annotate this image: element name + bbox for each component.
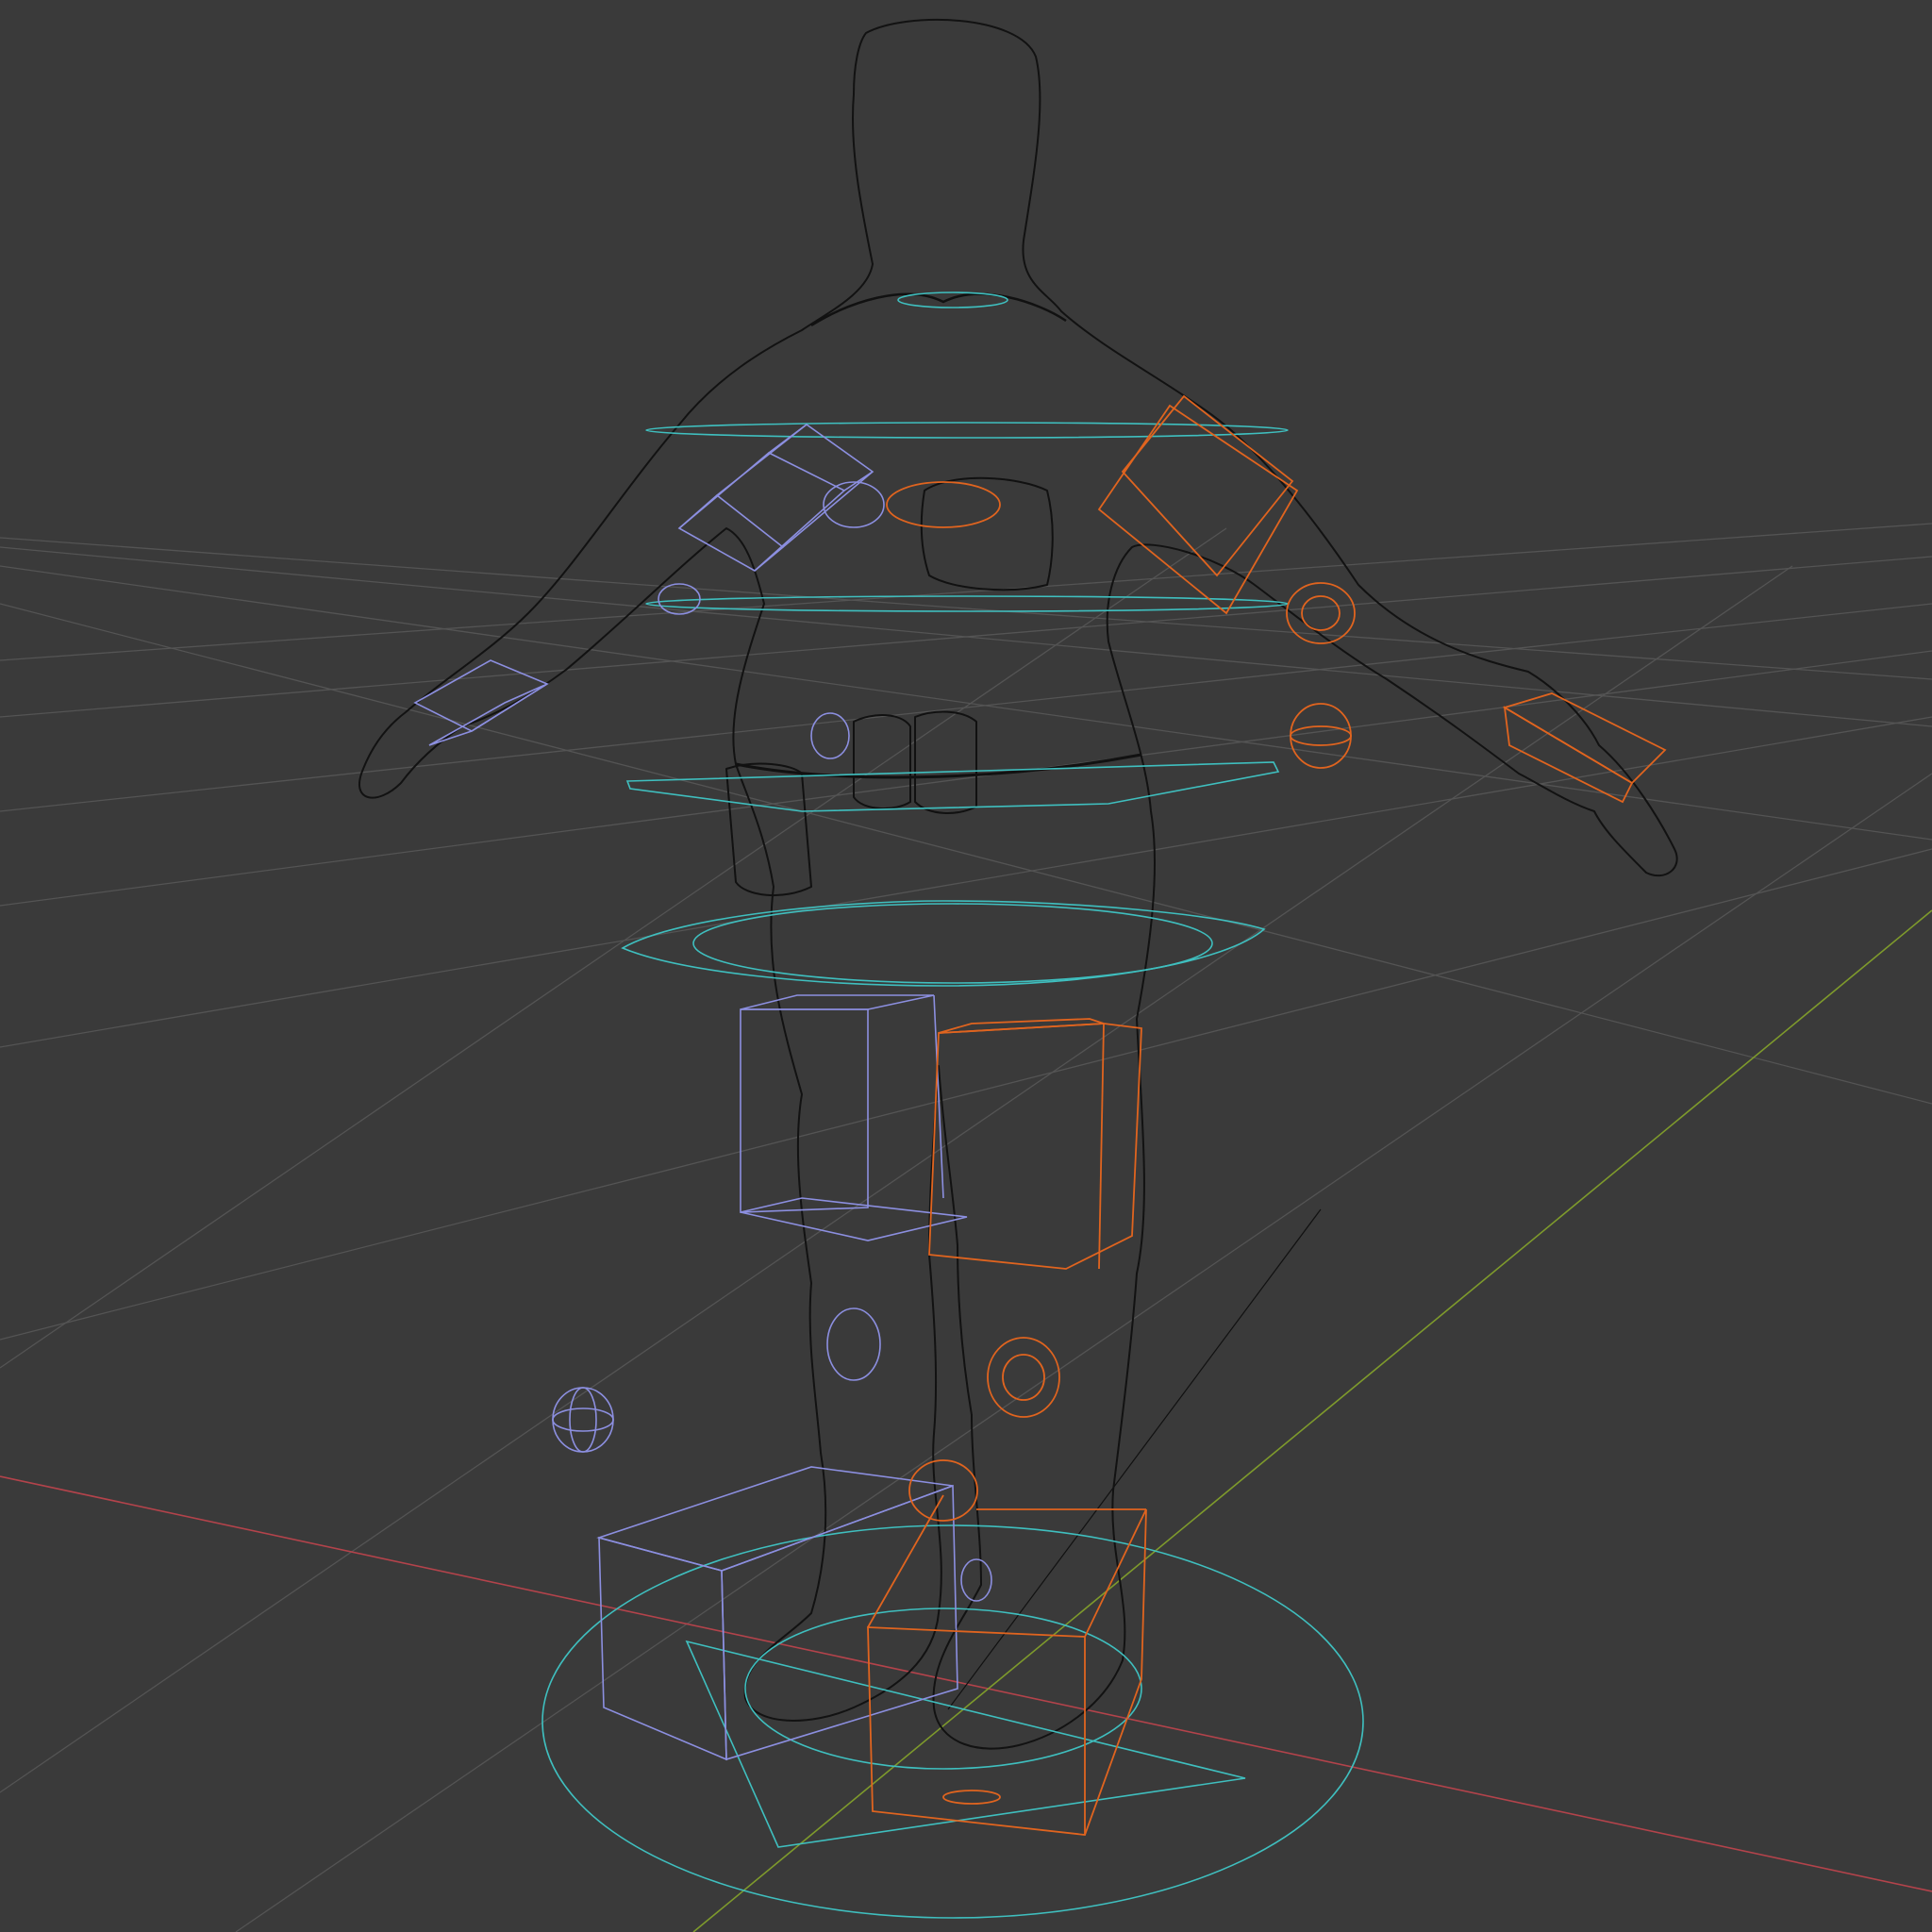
mesh-belt bbox=[735, 753, 1142, 779]
neck-control[interactable] bbox=[897, 291, 1008, 308]
spine-control[interactable] bbox=[625, 761, 1280, 812]
floor-grid bbox=[0, 523, 1932, 1932]
3d-viewport[interactable] bbox=[0, 0, 1932, 1932]
box-edge bbox=[754, 546, 784, 572]
left-foot-control[interactable] bbox=[596, 1466, 954, 1572]
mesh-hip-pouch bbox=[725, 762, 812, 897]
left-knee-pole-control[interactable] bbox=[552, 1387, 614, 1453]
box-edge bbox=[867, 1494, 944, 1628]
left-foot-control-side[interactable] bbox=[721, 1484, 958, 1761]
x-axis-line bbox=[0, 1475, 1932, 1892]
mesh-belt-pouch-mid bbox=[914, 710, 977, 814]
left-knee-pole-ring[interactable] bbox=[569, 1387, 597, 1453]
left-upper-arm-control[interactable] bbox=[677, 452, 846, 572]
mesh-belt-pouch-left bbox=[853, 714, 911, 809]
right-knee-control-inner[interactable] bbox=[1002, 1354, 1045, 1401]
mesh-body bbox=[358, 18, 1678, 1750]
left-foot-control-front[interactable] bbox=[598, 1536, 727, 1761]
right-foot-roll-control[interactable] bbox=[942, 1790, 1001, 1805]
left-thigh-control-top[interactable] bbox=[740, 994, 935, 1010]
rig-controls-center[interactable] bbox=[541, 291, 1364, 1919]
ik-pole-line bbox=[947, 1208, 1322, 1710]
right-ankle-control[interactable] bbox=[908, 1459, 978, 1522]
right-thigh-control[interactable] bbox=[928, 1023, 1142, 1270]
box-edge bbox=[768, 424, 808, 454]
right-shoulder-control[interactable] bbox=[886, 481, 1001, 528]
box-edge bbox=[843, 471, 874, 491]
box-edge bbox=[678, 494, 718, 529]
right-elbow-control-inner[interactable] bbox=[1301, 595, 1341, 631]
right-elbow-pole-ring[interactable] bbox=[1290, 725, 1352, 746]
root-control-inner[interactable] bbox=[744, 1607, 1142, 1770]
viewport-canvas[interactable] bbox=[0, 0, 1932, 1932]
root-control[interactable] bbox=[541, 1524, 1364, 1919]
torso-control[interactable] bbox=[621, 900, 1266, 987]
left-knee-control[interactable] bbox=[826, 1307, 881, 1381]
left-upper-arm-control-back[interactable] bbox=[715, 423, 874, 549]
left-hip-control[interactable] bbox=[810, 712, 850, 759]
y-axis-line bbox=[692, 909, 1932, 1932]
left-hand-control-back[interactable] bbox=[428, 683, 548, 746]
left-thigh-control[interactable] bbox=[740, 1008, 869, 1213]
left-thigh-control-bottom[interactable] bbox=[740, 1197, 968, 1241]
mesh-wire-overlay-2 bbox=[359, 20, 1677, 1749]
character-mesh[interactable] bbox=[358, 18, 1678, 1750]
mesh-wire-overlay bbox=[359, 20, 1677, 1749]
mesh-chest-pocket bbox=[920, 476, 1054, 591]
right-thigh-control-top[interactable] bbox=[938, 1018, 1105, 1034]
right-hand-control[interactable] bbox=[1502, 692, 1667, 785]
left-knee-pole-ring-h[interactable] bbox=[552, 1407, 614, 1432]
chest-control-upper[interactable] bbox=[645, 422, 1289, 439]
right-elbow-pole-control[interactable] bbox=[1290, 703, 1352, 769]
